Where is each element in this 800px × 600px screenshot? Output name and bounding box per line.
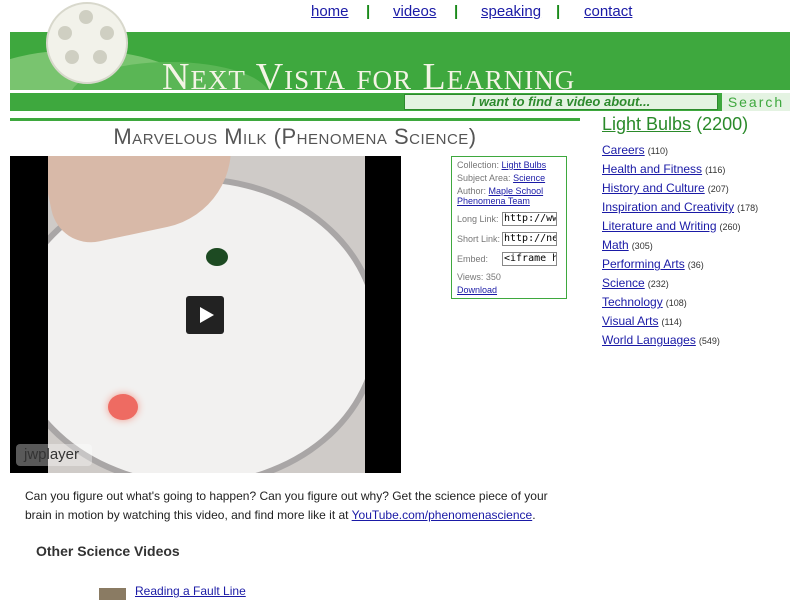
video-title: Marvelous Milk (Phenomena Science) — [113, 124, 477, 149]
category-link[interactable]: Technology — [602, 295, 663, 309]
category-count: (260) — [719, 222, 741, 232]
category-count: (305) — [631, 241, 653, 251]
sidebar-item-performing-arts: Performing Arts (36) — [602, 257, 792, 273]
sidebar-item-careers: Careers (110) — [602, 143, 792, 159]
category-count: (178) — [737, 203, 759, 213]
film-reel-logo[interactable] — [46, 2, 128, 84]
green-drop — [206, 248, 228, 266]
sidebar-item-math: Math (305) — [602, 238, 792, 254]
short-link-label: Short Link: — [457, 234, 501, 244]
related-video-link[interactable]: Reading a Fault Line — [135, 584, 246, 598]
play-icon[interactable] — [186, 296, 224, 334]
category-link[interactable]: Visual Arts — [602, 314, 658, 328]
long-link-field[interactable]: http://www.n — [502, 212, 557, 226]
category-link[interactable]: Science — [602, 276, 645, 290]
nav-speaking-link[interactable]: speaking — [481, 3, 541, 20]
category-link[interactable]: World Languages — [602, 333, 696, 347]
download-link[interactable]: Download — [457, 285, 497, 295]
embed-label: Embed: — [457, 254, 489, 264]
related-video-thumbnail[interactable] — [99, 588, 126, 600]
nav-home-link[interactable]: home — [311, 3, 349, 20]
nav-contact-link[interactable]: contact — [584, 3, 632, 20]
divider — [10, 118, 580, 121]
collection-link[interactable]: Light Bulbs — [502, 160, 547, 170]
category-count: (549) — [698, 336, 720, 346]
category-count: (36) — [687, 260, 704, 270]
long-link-label: Long Link: — [457, 214, 499, 224]
author-label: Author: — [457, 186, 487, 196]
category-link[interactable]: Literature and Writing — [602, 219, 717, 233]
category-count: (108) — [665, 298, 687, 308]
video-info-box: Collection: Light Bulbs Subject Area: Sc… — [451, 156, 567, 299]
views-count: Views: 350 — [457, 272, 501, 282]
nav-separator: | — [454, 3, 459, 20]
sidebar-heading-count: (2200) — [696, 114, 749, 134]
search-bar: I want to find a video about... Search — [10, 93, 790, 111]
sidebar-item-technology: Technology (108) — [602, 295, 792, 311]
sidebar-item-world-languages: World Languages (549) — [602, 333, 792, 349]
sidebar-item-inspiration: Inspiration and Creativity (178) — [602, 200, 792, 216]
video-description: Can you figure out what's going to happe… — [25, 487, 565, 525]
category-sidebar: Light Bulbs (2200) Careers (110) Health a… — [602, 114, 792, 352]
sidebar-heading-link[interactable]: Light Bulbs — [602, 114, 691, 134]
sidebar-item-visual-arts: Visual Arts (114) — [602, 314, 792, 330]
collection-label: Collection: — [457, 160, 500, 170]
category-link[interactable]: Inspiration and Creativity — [602, 200, 734, 214]
nav-videos-link[interactable]: videos — [393, 3, 436, 20]
category-link[interactable]: History and Culture — [602, 181, 705, 195]
other-videos-heading: Other Science Videos — [36, 543, 180, 559]
category-count: (232) — [647, 279, 669, 289]
category-count: (110) — [647, 146, 669, 156]
player-logo[interactable]: jwplayer — [16, 444, 92, 466]
category-link[interactable]: Careers — [602, 143, 645, 157]
sidebar-item-history: History and Culture (207) — [602, 181, 792, 197]
category-count: (114) — [661, 317, 682, 327]
youtube-link[interactable]: YouTube.com/phenomenascience — [352, 508, 533, 522]
category-count: (207) — [707, 184, 729, 194]
category-link[interactable]: Health and Fitness — [602, 162, 702, 176]
subject-label: Subject Area: — [457, 173, 511, 183]
video-player[interactable]: jwplayer — [10, 156, 401, 473]
red-drop — [108, 394, 138, 420]
nav-separator: | — [366, 3, 371, 20]
sidebar-item-science: Science (232) — [602, 276, 792, 292]
description-end: . — [532, 508, 536, 522]
search-button[interactable]: Search — [722, 93, 790, 111]
subject-link[interactable]: Science — [513, 173, 545, 183]
search-input[interactable]: I want to find a video about... — [404, 94, 718, 110]
embed-field[interactable]: <iframe heig — [502, 252, 557, 266]
short-link-field[interactable]: http://nextvi — [502, 232, 557, 246]
nav-separator: | — [556, 3, 561, 20]
category-count: (116) — [705, 165, 726, 175]
sidebar-heading: Light Bulbs (2200) — [602, 114, 792, 135]
category-link[interactable]: Math — [602, 238, 629, 252]
sidebar-item-health: Health and Fitness (116) — [602, 162, 792, 178]
sidebar-item-literature: Literature and Writing (260) — [602, 219, 792, 235]
category-link[interactable]: Performing Arts — [602, 257, 685, 271]
